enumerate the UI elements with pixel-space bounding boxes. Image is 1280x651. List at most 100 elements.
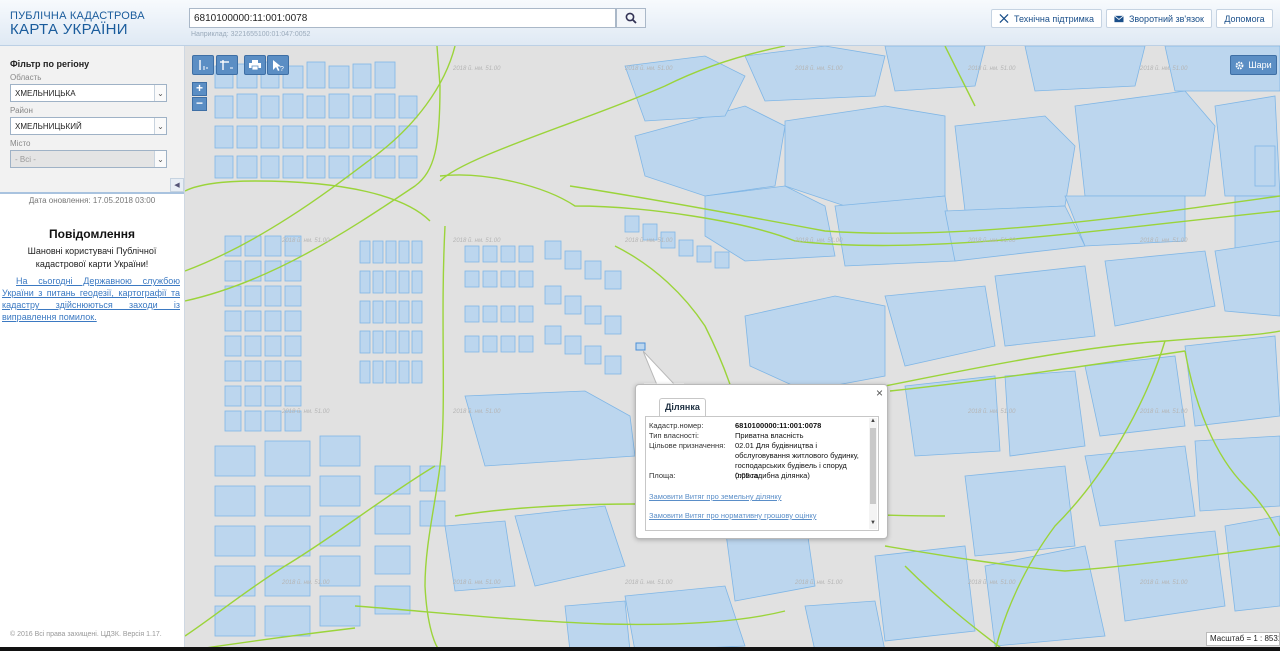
- region-filter: Фільтр по регіону Область ХМЕЛЬНИЦЬКА ⌄ …: [0, 46, 184, 194]
- close-popup-button[interactable]: ×: [876, 387, 883, 399]
- parcel: [264, 360, 282, 382]
- tech-support-button[interactable]: Технічна підтримка: [991, 9, 1102, 28]
- parcel: [359, 360, 371, 384]
- parcel: [994, 265, 1096, 347]
- identify-tool-button[interactable]: ?: [267, 55, 289, 75]
- parcel: [744, 46, 886, 102]
- parcel: [464, 335, 480, 353]
- map-canvas[interactable]: 2018 й. нм. 51.00 2018 й. нм. 51.00 2018…: [185, 46, 1280, 651]
- header-bar: ПУБЛІЧНА КАДАСТРОВА КАРТА УКРАЇНИ Наприк…: [0, 0, 1280, 46]
- parcel: [374, 465, 411, 495]
- district-select[interactable]: ХМЕЛЬНИЦЬКИЙ ⌄: [10, 117, 167, 135]
- search-box: Наприклад: 3221655100:01:047:0052: [189, 8, 646, 38]
- watermark-text: 2018 й. нм. 51.00: [452, 65, 501, 72]
- help-button[interactable]: Допомога: [1216, 9, 1273, 28]
- area-measure-icon: [220, 60, 233, 70]
- parcel: [834, 195, 956, 267]
- feedback-label: Зворотний зв'язок: [1128, 13, 1204, 24]
- parcel: [236, 93, 258, 119]
- watermark-text: 2018 й. нм. 51.00: [1139, 65, 1188, 72]
- parcel: [352, 63, 372, 89]
- scroll-up-icon[interactable]: ▲: [869, 418, 877, 424]
- parcel: [214, 445, 256, 477]
- parcel: [500, 305, 516, 323]
- parcel: [482, 335, 498, 353]
- chevron-left-icon: ◀: [174, 182, 180, 189]
- parcel-info-popup: × Ділянка Кадастр.номер: 6810100000:11:0…: [635, 384, 888, 539]
- city-label: Місто: [10, 139, 31, 148]
- tools-icon: [999, 13, 1009, 24]
- area-measure-tool-button[interactable]: [216, 55, 238, 75]
- parcel: [518, 305, 534, 323]
- parcel: [964, 465, 1076, 557]
- parcel: [214, 565, 256, 597]
- area-label: Площа:: [649, 471, 676, 480]
- parcel: [1104, 250, 1216, 327]
- parcel: [464, 245, 480, 263]
- purpose-label: Цільове призначення:: [649, 441, 726, 450]
- parcel: [328, 93, 350, 119]
- parcel: [411, 300, 423, 324]
- parcel: [385, 240, 397, 264]
- parcel: [264, 335, 282, 357]
- search-button[interactable]: [616, 8, 646, 28]
- parcel: [224, 360, 242, 382]
- parcel: [1084, 355, 1186, 437]
- news-link[interactable]: На сьогодні Державною службою України з …: [2, 275, 180, 323]
- parcel: [224, 410, 242, 432]
- bottom-edge-bar: [0, 647, 1280, 651]
- layers-button[interactable]: Шари: [1230, 55, 1277, 75]
- feedback-button[interactable]: Зворотний зв'язок: [1106, 9, 1212, 28]
- scrollbar-thumb[interactable]: [870, 428, 876, 504]
- collapse-panel-button[interactable]: ◀: [170, 178, 184, 192]
- parcel: [564, 335, 582, 355]
- scroll-down-icon[interactable]: ▼: [869, 520, 877, 526]
- parcel: [398, 125, 418, 149]
- cadastral-map[interactable]: 2018 й. нм. 51.00 2018 й. нм. 51.00 2018…: [185, 46, 1280, 651]
- parcel: [398, 155, 418, 179]
- city-select[interactable]: - Всі - ⌄: [10, 150, 167, 168]
- parcel: [604, 315, 622, 335]
- area-value: 0.05 га: [735, 471, 759, 480]
- site-logo[interactable]: ПУБЛІЧНА КАДАСТРОВА КАРТА УКРАЇНИ: [10, 10, 145, 38]
- order-valuation-extract-link[interactable]: Замовити Витяг про нормативну грошову оц…: [649, 511, 816, 520]
- parcel: [564, 600, 631, 651]
- parcel: [236, 155, 258, 179]
- ownership-type-value: Приватна власність: [735, 431, 804, 440]
- parcel: [224, 260, 242, 282]
- cadastral-search-input[interactable]: [189, 8, 616, 28]
- parcel: [514, 505, 626, 587]
- parcel: [482, 245, 498, 263]
- parcel: [385, 330, 397, 354]
- parcel: [954, 115, 1076, 212]
- watermark-text: 2018 й. нм. 51.00: [1139, 408, 1188, 415]
- order-parcel-extract-link[interactable]: Замовити Витяг про земельну ділянку: [649, 492, 782, 501]
- watermark-text: 2018 й. нм. 51.00: [624, 579, 673, 586]
- ruler-tool-button[interactable]: [192, 55, 214, 75]
- zoom-out-button[interactable]: −: [192, 97, 207, 111]
- parcel: [328, 125, 350, 149]
- zoom-in-button[interactable]: +: [192, 82, 207, 96]
- ownership-type-label: Тип власності:: [649, 431, 699, 440]
- popup-scrollbar[interactable]: ▲ ▼: [869, 418, 877, 529]
- parcel: [874, 545, 976, 642]
- tab-parcel[interactable]: Ділянка: [659, 398, 706, 416]
- parcel: [306, 155, 326, 179]
- popup-pointer: [643, 351, 684, 387]
- region-select[interactable]: ХМЕЛЬНИЦЬКА ⌄: [10, 84, 167, 102]
- parcel: [398, 95, 418, 119]
- parcel: [1184, 335, 1280, 427]
- parcel: [419, 465, 446, 492]
- gear-icon: [1235, 61, 1244, 69]
- parcel: [352, 155, 372, 179]
- parcel: [744, 295, 886, 392]
- parcel: [282, 155, 304, 179]
- parcel: [372, 360, 384, 384]
- print-button[interactable]: [244, 55, 266, 75]
- parcel: [411, 240, 423, 264]
- parcel: [398, 360, 410, 384]
- parcel: [464, 390, 636, 467]
- parcel: [374, 155, 396, 179]
- parcel: [224, 335, 242, 357]
- parcel: [500, 335, 516, 353]
